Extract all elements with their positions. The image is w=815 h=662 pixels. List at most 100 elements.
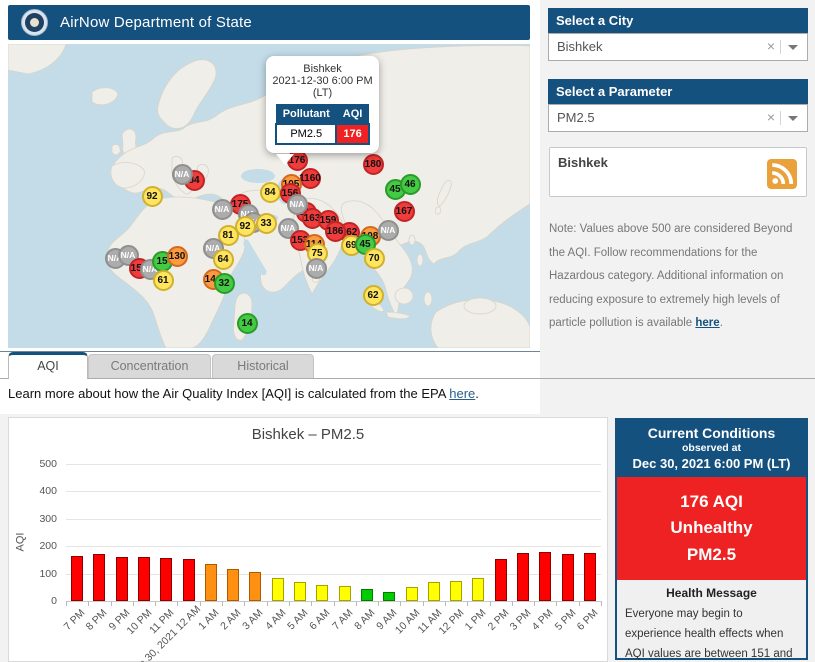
chart-bar[interactable] — [472, 578, 485, 601]
note-here-link[interactable]: here — [695, 317, 719, 329]
health-message-title: Health Message — [666, 586, 757, 601]
x-tick — [333, 601, 335, 606]
parameter-clear-icon[interactable]: × — [767, 109, 775, 125]
current-conditions-title: Current Conditions — [647, 425, 776, 441]
map-marker[interactable]: N/A — [171, 163, 193, 185]
chart-bar[interactable] — [450, 581, 463, 601]
chart-bar[interactable] — [71, 556, 84, 601]
tab-aqi[interactable]: AQI — [8, 352, 88, 379]
observed-at-label: observed at — [682, 442, 741, 454]
city-select-value: Bishkek — [557, 39, 603, 54]
chart-bar[interactable] — [516, 553, 529, 601]
map-marker[interactable]: 62 — [362, 284, 384, 306]
gridline — [66, 463, 601, 465]
popup-pollutant-value: PM2.5 — [275, 123, 338, 145]
map-marker[interactable]: 84 — [259, 181, 281, 203]
chart-bar[interactable] — [271, 578, 284, 601]
x-tick — [222, 601, 224, 606]
chart-bar[interactable] — [316, 585, 329, 601]
chart-bar[interactable] — [115, 557, 128, 601]
chart-bar[interactable] — [93, 554, 106, 601]
map-marker[interactable]: 46 — [399, 173, 421, 195]
health-message-section: Health Message Everyone may begin to exp… — [617, 580, 806, 662]
current-conditions-panel: Current Conditions observed at Dec 30, 2… — [615, 418, 808, 660]
chart-bar[interactable] — [427, 582, 440, 601]
chart-bar[interactable] — [138, 557, 151, 601]
chart-bar[interactable] — [160, 558, 173, 601]
map-popup: Bishkek 2021-12-30 6:00 PM (LT) Pollutan… — [266, 56, 379, 153]
map-marker[interactable]: 70 — [363, 247, 385, 269]
chevron-down-icon[interactable] — [788, 45, 798, 50]
chart-bar[interactable] — [539, 552, 552, 601]
chevron-down-icon[interactable] — [788, 116, 798, 121]
map-marker[interactable]: N/A — [211, 198, 233, 220]
map-marker[interactable]: 33 — [255, 212, 277, 234]
beyond-aqi-note: Note: Values above 500 are considered Be… — [549, 218, 809, 336]
aqi-chart-panel: Bishkek – PM2.5 AQI 0 100 200 300 400 500 7 PM… — [8, 417, 608, 662]
map-marker[interactable]: 92 — [141, 185, 163, 207]
x-tick — [177, 601, 179, 606]
map-marker[interactable]: 180 — [362, 153, 384, 175]
chart-bar[interactable] — [561, 554, 574, 601]
map-marker[interactable]: 32 — [213, 272, 235, 294]
chart-bar[interactable] — [249, 572, 262, 601]
tab-strip-underline — [0, 378, 815, 379]
x-tick — [578, 601, 580, 606]
rss-icon[interactable] — [767, 159, 797, 189]
x-tick — [266, 601, 268, 606]
map-marker[interactable]: N/A — [377, 219, 399, 241]
divider — [780, 111, 781, 125]
city-clear-icon[interactable]: × — [767, 38, 775, 54]
map-marker[interactable]: 14 — [236, 312, 258, 334]
chart-bar[interactable] — [360, 589, 373, 601]
chart-bar[interactable] — [383, 592, 396, 601]
chart-bar[interactable] — [294, 582, 307, 601]
airnow-dos-page: AirNow Department of State 84 N/A 92 84 … — [0, 0, 815, 662]
y-tick-label: 200 — [39, 540, 57, 552]
y-tick-label: 500 — [39, 457, 57, 470]
gridline — [66, 546, 601, 547]
learn-more-prefix: Learn more about how the Air Quality Ind… — [8, 386, 450, 401]
map-marker[interactable]: 61 — [152, 269, 174, 291]
city-select[interactable]: Bishkek × — [548, 33, 808, 61]
chart-title: Bishkek – PM2.5 — [251, 426, 365, 443]
note-suffix: . — [719, 317, 723, 330]
current-conditions-header: Current Conditions observed at Dec 30, 2… — [617, 420, 806, 477]
map-marker[interactable]: 1160 — [299, 167, 321, 189]
health-message-text: Everyone may begin to experience health … — [625, 608, 793, 661]
chart-bar[interactable] — [494, 559, 507, 601]
x-tick — [132, 601, 134, 606]
popup-pollutant-header: Pollutant — [275, 104, 337, 125]
chart-bar[interactable] — [182, 559, 195, 601]
chart-bar[interactable] — [227, 569, 240, 601]
x-tick — [467, 601, 469, 606]
chart-bar[interactable] — [405, 587, 418, 601]
chart-bar[interactable] — [583, 553, 596, 601]
select-city-header: Select a City — [548, 8, 808, 33]
aqi-world-map[interactable]: 84N/A9284175N/AN/AN/A923381N/AN/AN/A151N… — [8, 44, 530, 348]
map-marker[interactable]: 167 — [393, 200, 415, 222]
y-tick-label: 100 — [39, 567, 57, 580]
aqi-value-line: 176 AQI — [680, 492, 743, 511]
parameter-select[interactable]: PM2.5 × — [548, 104, 808, 132]
chart-bar[interactable] — [204, 564, 217, 601]
map-marker[interactable]: N/A — [305, 257, 327, 279]
map-marker[interactable]: 130 — [166, 245, 188, 267]
y-tick-label: 400 — [39, 485, 57, 497]
x-tick — [444, 601, 446, 606]
x-tick — [400, 601, 402, 606]
dept-of-state-seal-icon — [21, 9, 48, 36]
tab-historical[interactable]: Historical — [212, 354, 314, 378]
map-marker[interactable]: 64 — [212, 248, 234, 270]
x-tick — [489, 601, 491, 606]
tab-concentration[interactable]: Concentration — [88, 354, 211, 378]
popup-aqi-value: 176 — [335, 123, 370, 145]
popup-city: Bishkek — [303, 63, 342, 75]
epa-here-link[interactable]: here — [449, 386, 475, 401]
aqi-category-line: Unhealthy — [670, 518, 753, 538]
x-tick — [199, 601, 201, 606]
aqi-pollutant-line: PM2.5 — [686, 544, 737, 564]
y-tick-label: 0 — [51, 595, 57, 607]
chart-bar[interactable] — [338, 586, 351, 601]
learn-more-suffix: . — [475, 386, 479, 401]
